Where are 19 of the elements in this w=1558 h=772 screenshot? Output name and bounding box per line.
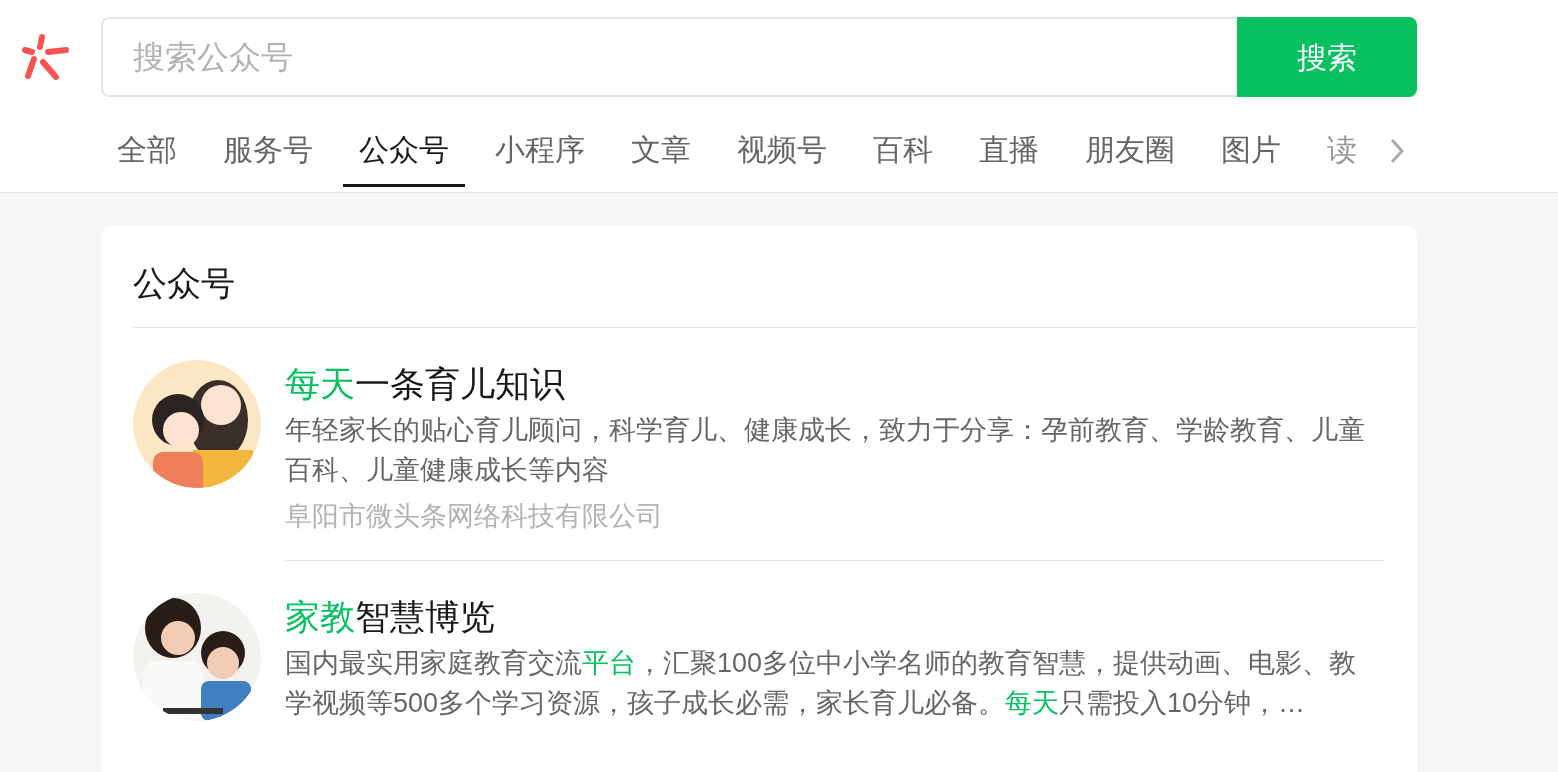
tab[interactable]: 公众号 <box>343 115 465 187</box>
account-name[interactable]: 每天一条育儿知识 <box>285 360 565 408</box>
tab[interactable]: 文章 <box>615 115 707 187</box>
tab[interactable]: 服务号 <box>207 115 329 187</box>
search-field[interactable]: 搜索公众号 <box>101 17 1237 97</box>
section-title: 公众号 <box>133 225 1417 328</box>
tab[interactable]: 百科 <box>857 115 949 187</box>
tab[interactable]: 视频号 <box>721 115 843 187</box>
tab[interactable]: 小程序 <box>479 115 601 187</box>
account-description: 国内最实用家庭教育交流平台，汇聚100多位中小学名师的教育智慧，提供动画、电影、教学视频等500多个学习资源，孩子成长必需，家长育儿必备。每天只需投入10分钟，… <box>285 647 1358 720</box>
account-description: 年轻家长的贴心育儿顾问，科学育儿、健康成长，致力于分享：孕前教育、学龄教育、儿童百科、儿童健康成长等内容 <box>285 414 1366 487</box>
account-name[interactable]: 家教智慧博览 <box>285 593 495 641</box>
tab[interactable]: 朋友圈 <box>1069 115 1191 187</box>
company-name: 阜阳市微头条网络科技有限公司 <box>285 500 663 533</box>
chevron-right-icon[interactable] <box>1389 137 1405 165</box>
tab[interactable]: 直播 <box>963 115 1055 187</box>
tab[interactable]: 图片 <box>1205 115 1297 187</box>
logo-icon <box>20 32 70 82</box>
tab[interactable]: 全部 <box>101 115 193 187</box>
